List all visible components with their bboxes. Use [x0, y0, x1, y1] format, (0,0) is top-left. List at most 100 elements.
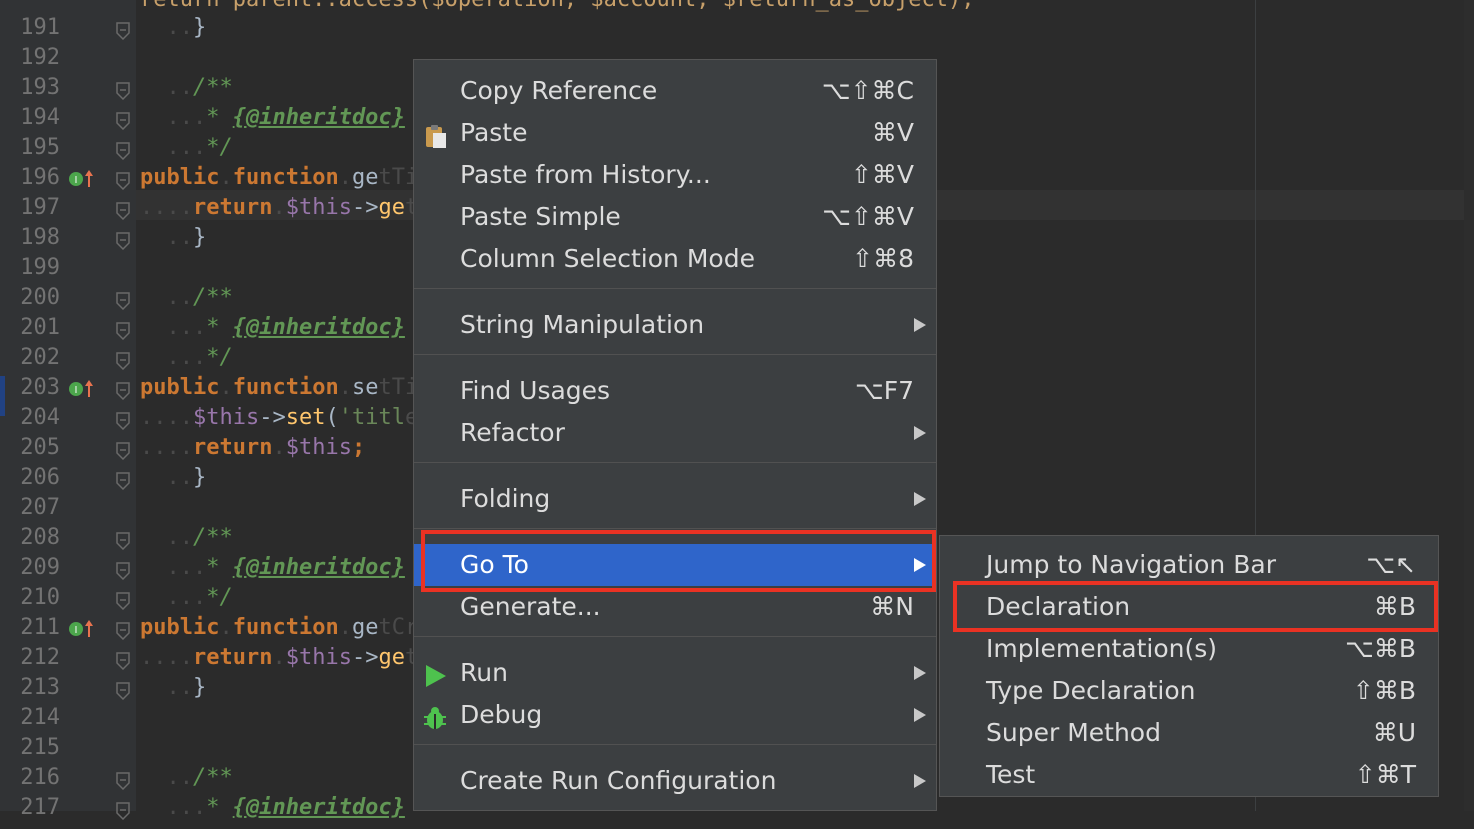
code-token: . [219, 615, 233, 640]
code-token: } [192, 465, 207, 490]
fold-marker-icon[interactable] [115, 349, 131, 371]
menu-item-copy-reference[interactable]: Copy Reference ⌥⇧⌘C [414, 70, 936, 112]
code-token: return [192, 195, 273, 220]
menu-item-shortcut: ⇧⌘8 [852, 244, 914, 273]
menu-item-find-usages[interactable]: Find Usages ⌥F7 [414, 370, 936, 412]
code-token: */ [206, 585, 233, 610]
code-token: * [206, 105, 233, 130]
code-text: ..} [140, 13, 206, 43]
fold-marker-icon[interactable] [115, 19, 131, 41]
fold-marker-icon[interactable] [115, 139, 131, 161]
menu-item-shortcut: ⌥⌘B [1345, 634, 1416, 663]
line-number: 191 [20, 15, 60, 40]
code-token: ... [140, 135, 207, 160]
code-token: .. [140, 675, 193, 700]
code-token: .... [140, 195, 193, 220]
code-text: ..} [140, 223, 206, 253]
code-token: 'titl [338, 405, 405, 430]
code-token: .. [140, 75, 193, 100]
implements-method-icon[interactable]: I [68, 168, 98, 188]
menu-item-shortcut: ⇧⌘B [1352, 676, 1416, 705]
fold-marker-icon[interactable] [115, 199, 131, 221]
menu-item-paste-from-history[interactable]: Paste from History... ⇧⌘V [414, 154, 936, 196]
code-text: ...* {@inheritdoc} [140, 553, 404, 583]
submenu-item-type-declaration[interactable]: Type Declaration ⇧⌘B [940, 670, 1438, 712]
fold-marker-icon[interactable] [115, 799, 131, 821]
fold-marker-icon[interactable] [115, 589, 131, 611]
menu-item-paste[interactable]: Paste ⌘V [414, 112, 936, 154]
menu-item-string-manipulation[interactable]: String Manipulation [414, 304, 936, 346]
debug-icon [422, 702, 448, 729]
implements-method-icon[interactable]: I [68, 618, 98, 638]
menu-item-create-run-configuration[interactable]: Create Run Configuration [414, 760, 936, 802]
line-number: 216 [20, 765, 60, 790]
fold-marker-icon[interactable] [115, 439, 131, 461]
context-menu: Copy Reference ⌥⇧⌘C Paste ⌘V Paste from … [413, 59, 937, 811]
menu-item-paste-simple[interactable]: Paste Simple ⌥⇧⌘V [414, 196, 936, 238]
fold-marker-icon[interactable] [115, 409, 131, 431]
menu-item-label: Type Declaration [986, 676, 1196, 705]
code-token: .... [140, 435, 193, 460]
annotation-highlight-declaration [953, 581, 1438, 632]
code-line[interactable]: 191 ..} [0, 13, 1474, 43]
code-token: /** [192, 75, 233, 100]
fold-marker-icon[interactable] [115, 679, 131, 701]
submenu-item-jump-to-navigation-bar[interactable]: Jump to Navigation Bar ⌥↖ [940, 544, 1438, 586]
menu-item-label: Jump to Navigation Bar [986, 550, 1276, 579]
fold-marker-icon[interactable] [115, 769, 131, 791]
code-token: {@inheritdoc} [232, 795, 405, 820]
code-token: function [232, 375, 339, 400]
fold-marker-icon[interactable] [115, 559, 131, 581]
menu-item-label: Debug [460, 700, 543, 729]
fold-marker-icon[interactable] [115, 79, 131, 101]
fold-marker-icon[interactable] [115, 169, 131, 191]
menu-item-refactor[interactable]: Refactor [414, 412, 936, 454]
code-token: . [272, 645, 286, 670]
menu-item-generate[interactable]: Generate... ⌘N [414, 586, 936, 628]
code-token: $this [285, 435, 352, 460]
code-token: ge [351, 165, 379, 190]
menu-item-column-selection-mode[interactable]: Column Selection Mode ⇧⌘8 [414, 238, 936, 280]
code-text: public.function.getTi [140, 163, 418, 193]
go-to-submenu: Jump to Navigation Bar ⌥↖ Declaration ⌘B… [939, 535, 1439, 797]
menu-separator [414, 288, 936, 289]
code-text: ../** [140, 523, 233, 553]
submenu-item-test[interactable]: Test ⇧⌘T [940, 754, 1438, 796]
code-token: public [140, 375, 220, 400]
line-number: 211 [20, 615, 60, 640]
submenu-item-implementations[interactable]: Implementation(s) ⌥⌘B [940, 628, 1438, 670]
fold-marker-icon[interactable] [115, 619, 131, 641]
fold-marker-icon[interactable] [115, 289, 131, 311]
code-text: ../** [140, 283, 232, 313]
menu-item-folding[interactable]: Folding [414, 478, 936, 520]
menu-item-run[interactable]: Run [414, 652, 936, 694]
code-text: ...* {@inheritdoc} [140, 313, 404, 343]
fold-marker-icon[interactable] [115, 469, 131, 491]
menu-item-debug[interactable]: Debug [414, 694, 936, 736]
line-number: 199 [20, 255, 60, 280]
fold-marker-icon[interactable] [115, 229, 131, 251]
code-token: ... [140, 795, 207, 820]
fold-marker-icon[interactable] [115, 649, 131, 671]
line-number: 203 [20, 375, 60, 400]
line-number: 197 [20, 195, 60, 220]
submenu-arrow-icon [914, 426, 926, 440]
menu-item-label: Folding [460, 484, 551, 513]
menu-separator [414, 528, 936, 529]
code-token: .... [140, 645, 193, 670]
fold-marker-icon[interactable] [115, 529, 131, 551]
code-token: */ [206, 345, 233, 370]
fold-marker-icon[interactable] [115, 319, 131, 341]
submenu-item-super-method[interactable]: Super Method ⌘U [940, 712, 1438, 754]
code-token: * [206, 795, 233, 820]
code-token: /** [192, 525, 233, 550]
code-text: ../** [140, 73, 233, 103]
line-number: 194 [20, 105, 60, 130]
menu-item-label: Super Method [986, 718, 1161, 747]
code-text: ...*/ [140, 133, 232, 163]
fold-marker-icon[interactable] [115, 379, 131, 401]
code-token: -> [351, 195, 379, 220]
menu-separator [414, 354, 936, 355]
fold-marker-icon[interactable] [115, 109, 131, 131]
implements-method-icon[interactable]: I [68, 378, 98, 398]
